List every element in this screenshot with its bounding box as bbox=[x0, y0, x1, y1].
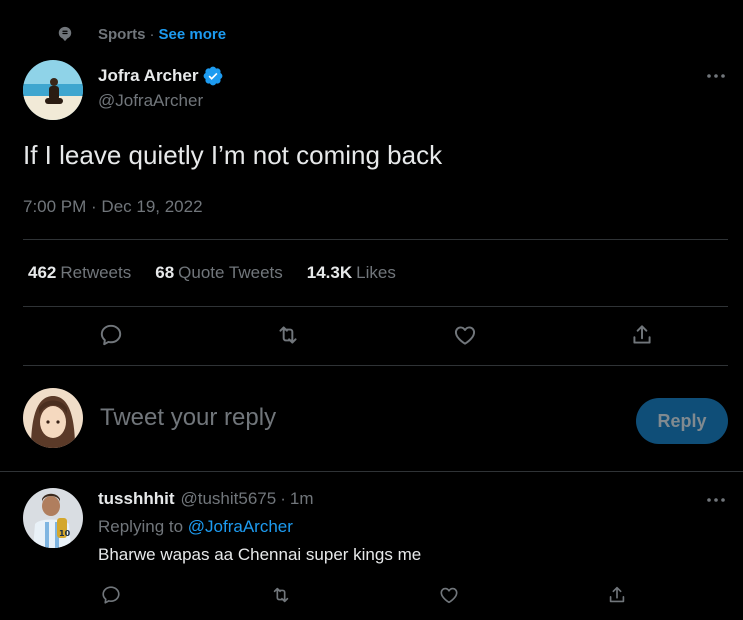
author-name[interactable]: Jofra Archer bbox=[98, 66, 198, 86]
svg-text:10: 10 bbox=[59, 529, 71, 538]
divider bbox=[0, 471, 743, 472]
reply-icon bbox=[100, 324, 122, 346]
comment-header: tusshhhit @tushit5675 · 1m bbox=[98, 489, 314, 509]
comment-retweet-button[interactable] bbox=[270, 584, 292, 606]
comment-reply-button[interactable] bbox=[100, 584, 122, 606]
quote-tweets-count: 68 bbox=[155, 263, 175, 282]
retweet-icon bbox=[279, 326, 297, 344]
retweets-stat[interactable]: 462 Retweets bbox=[28, 263, 131, 283]
author-handle[interactable]: @JofraArcher bbox=[98, 91, 203, 111]
commenter-name[interactable]: tusshhhit bbox=[98, 489, 175, 509]
likes-stat[interactable]: 14.3K Likes bbox=[307, 263, 396, 283]
likes-label: Likes bbox=[356, 263, 396, 282]
more-icon bbox=[707, 74, 725, 78]
like-icon bbox=[440, 587, 458, 604]
retweets-label: Retweets bbox=[60, 263, 132, 282]
divider bbox=[23, 239, 728, 240]
share-icon bbox=[609, 586, 625, 603]
replying-to: Replying to @JofraArcher bbox=[98, 517, 293, 537]
topic-row: Sports · See more bbox=[58, 25, 227, 43]
topic-icon bbox=[58, 26, 72, 42]
reply-input[interactable]: Tweet your reply bbox=[100, 404, 276, 432]
comment-separator: · bbox=[280, 489, 286, 508]
author-name-row: Jofra Archer bbox=[98, 65, 224, 87]
commenter-handle[interactable]: @tushit5675 bbox=[181, 489, 277, 509]
share-icon bbox=[633, 325, 651, 344]
retweets-count: 462 bbox=[28, 263, 57, 282]
retweet-button[interactable] bbox=[275, 322, 301, 348]
quote-tweets-stat[interactable]: 68 Quote Tweets bbox=[155, 263, 283, 283]
comment-time[interactable]: 1m bbox=[290, 489, 314, 509]
reply-button[interactable] bbox=[98, 322, 124, 348]
more-icon bbox=[707, 498, 725, 502]
tweet-text: If I leave quietly I’m not coming back bbox=[23, 140, 443, 170]
tweet-timestamp[interactable]: 7:00 PM · Dec 19, 2022 bbox=[23, 197, 203, 217]
quote-tweets-label: Quote Tweets bbox=[178, 263, 283, 282]
divider bbox=[23, 365, 728, 366]
comment-text: Bharwe wapas aa Chennai super kings me bbox=[98, 545, 422, 564]
like-icon bbox=[454, 326, 476, 345]
author-avatar[interactable] bbox=[23, 60, 83, 120]
share-button[interactable] bbox=[629, 322, 655, 348]
see-more-link[interactable]: See more bbox=[159, 26, 227, 43]
comment-more-button[interactable] bbox=[705, 489, 727, 511]
tweet-stats: 462 Retweets 68 Quote Tweets 14.3K Likes bbox=[28, 263, 420, 283]
topic-separator: · bbox=[149, 25, 155, 43]
divider bbox=[23, 306, 728, 307]
replying-to-mention[interactable]: @JofraArcher bbox=[188, 517, 293, 536]
likes-count: 14.3K bbox=[306, 263, 353, 282]
verified-icon bbox=[204, 66, 223, 86]
replying-to-prefix: Replying to bbox=[98, 517, 184, 536]
user-avatar bbox=[23, 388, 83, 448]
comment-share-button[interactable] bbox=[606, 584, 628, 606]
topic-label[interactable]: Sports bbox=[98, 26, 146, 43]
comment-like-button[interactable] bbox=[438, 584, 460, 606]
retweet-icon bbox=[273, 587, 289, 603]
more-button[interactable] bbox=[705, 65, 727, 87]
like-button[interactable] bbox=[452, 322, 478, 348]
reply-icon bbox=[102, 586, 120, 604]
commenter-avatar[interactable]: 10 bbox=[23, 488, 83, 548]
submit-reply-button[interactable]: Reply bbox=[636, 398, 728, 444]
